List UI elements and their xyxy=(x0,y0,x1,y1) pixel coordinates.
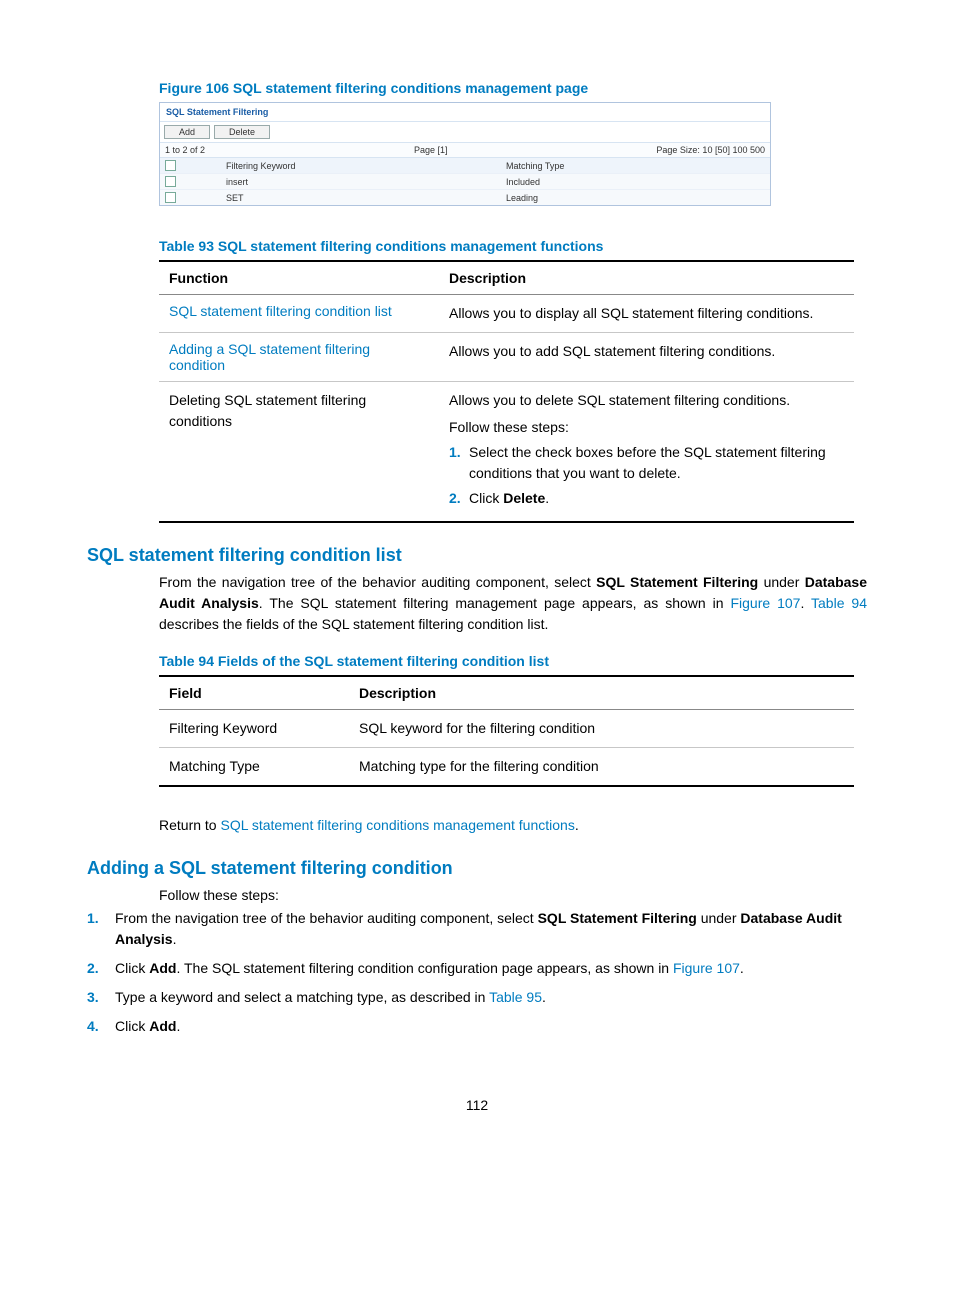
pager-center: Page [1] xyxy=(414,145,448,155)
figure-screenshot: SQL Statement Filtering Add Delete 1 to … xyxy=(159,102,771,206)
table-94: Field Description Filtering Keyword SQL … xyxy=(159,675,854,787)
cell-fn: Deleting SQL statement filtering conditi… xyxy=(159,382,439,523)
pager-left: 1 to 2 of 2 xyxy=(165,145,205,155)
link-sql-list[interactable]: SQL statement filtering condition list xyxy=(169,303,392,319)
link-table-95[interactable]: Table 95 xyxy=(489,989,542,1005)
step-text: Type a keyword and select a matching typ… xyxy=(115,987,867,1008)
step-number: 3. xyxy=(87,987,115,1008)
table-row: Deleting SQL statement filtering conditi… xyxy=(159,382,854,523)
cell-desc: Allows you to delete SQL statement filte… xyxy=(439,382,854,523)
link-table-94[interactable]: Table 94 xyxy=(811,595,867,611)
column-header: Matching Type xyxy=(506,161,564,171)
page-number: 112 xyxy=(87,1097,867,1113)
panel-title: SQL Statement Filtering xyxy=(160,103,770,122)
cell-matching: Leading xyxy=(506,193,538,203)
table-caption: Table 93 SQL statement filtering conditi… xyxy=(159,238,867,254)
toolbar: Add Delete xyxy=(160,122,770,143)
step-number: 4. xyxy=(87,1016,115,1037)
desc-lead: Allows you to delete SQL statement filte… xyxy=(449,390,844,411)
step-number: 2. xyxy=(87,958,115,979)
cell-matching: Included xyxy=(506,177,540,187)
table-caption: Table 94 Fields of the SQL statement fil… xyxy=(159,653,867,669)
table-row: insert Included xyxy=(160,174,770,190)
th-field: Field xyxy=(159,676,349,710)
step-number: 1. xyxy=(449,442,469,484)
return-line: Return to SQL statement filtering condit… xyxy=(159,815,867,836)
step-text: Click Add. xyxy=(115,1016,867,1037)
table-row: Matching Type Matching type for the filt… xyxy=(159,748,854,787)
table-row: SET Leading xyxy=(160,190,770,205)
th-description: Description xyxy=(439,261,854,295)
cell-field: Filtering Keyword xyxy=(159,710,349,748)
steps-list: 1. From the navigation tree of the behav… xyxy=(87,908,867,1037)
figure-caption: Figure 106 SQL statement filtering condi… xyxy=(159,80,867,96)
cell-desc: Allows you to display all SQL statement … xyxy=(439,295,854,333)
step-text: From the navigation tree of the behavior… xyxy=(115,908,867,950)
link-figure-107[interactable]: Figure 107 xyxy=(673,960,740,976)
link-return[interactable]: SQL statement filtering conditions manag… xyxy=(220,817,574,833)
delete-button[interactable]: Delete xyxy=(214,125,270,139)
step-text: Select the check boxes before the SQL st… xyxy=(469,442,844,484)
cell-field: Matching Type xyxy=(159,748,349,787)
table-93: Function Description SQL statement filte… xyxy=(159,260,854,523)
cell-desc: Matching type for the filtering conditio… xyxy=(349,748,854,787)
step-number: 1. xyxy=(87,908,115,950)
cell-keyword: insert xyxy=(226,177,506,187)
section-heading: SQL statement filtering condition list xyxy=(87,545,867,566)
link-figure-107[interactable]: Figure 107 xyxy=(730,595,800,611)
cell-keyword: SET xyxy=(226,193,506,203)
pager-right: Page Size: 10 [50] 100 500 xyxy=(656,145,765,155)
table-row: SQL statement filtering condition list A… xyxy=(159,295,854,333)
step-text: Click Delete. xyxy=(469,488,549,509)
step-text: Click Add. The SQL statement filtering c… xyxy=(115,958,867,979)
step-number: 2. xyxy=(449,488,469,509)
th-description: Description xyxy=(349,676,854,710)
steps-lead: Follow these steps: xyxy=(159,885,867,906)
row-checkbox[interactable] xyxy=(165,192,176,203)
link-add-sql[interactable]: Adding a SQL statement filtering conditi… xyxy=(169,341,370,373)
desc-follow: Follow these steps: xyxy=(449,417,844,438)
table-row: Filtering Keyword SQL keyword for the fi… xyxy=(159,710,854,748)
cell-desc: SQL keyword for the filtering condition xyxy=(349,710,854,748)
column-header: Filtering Keyword xyxy=(226,161,506,171)
table-row: Adding a SQL statement filtering conditi… xyxy=(159,333,854,382)
th-function: Function xyxy=(159,261,439,295)
table-header-row: Filtering Keyword Matching Type xyxy=(160,158,770,174)
section-heading: Adding a SQL statement filtering conditi… xyxy=(87,858,867,879)
pager: 1 to 2 of 2 Page [1] Page Size: 10 [50] … xyxy=(160,143,770,158)
checkbox-all[interactable] xyxy=(165,160,176,171)
add-button[interactable]: Add xyxy=(164,125,210,139)
section-paragraph: From the navigation tree of the behavior… xyxy=(159,572,867,635)
row-checkbox[interactable] xyxy=(165,176,176,187)
cell-desc: Allows you to add SQL statement filterin… xyxy=(439,333,854,382)
